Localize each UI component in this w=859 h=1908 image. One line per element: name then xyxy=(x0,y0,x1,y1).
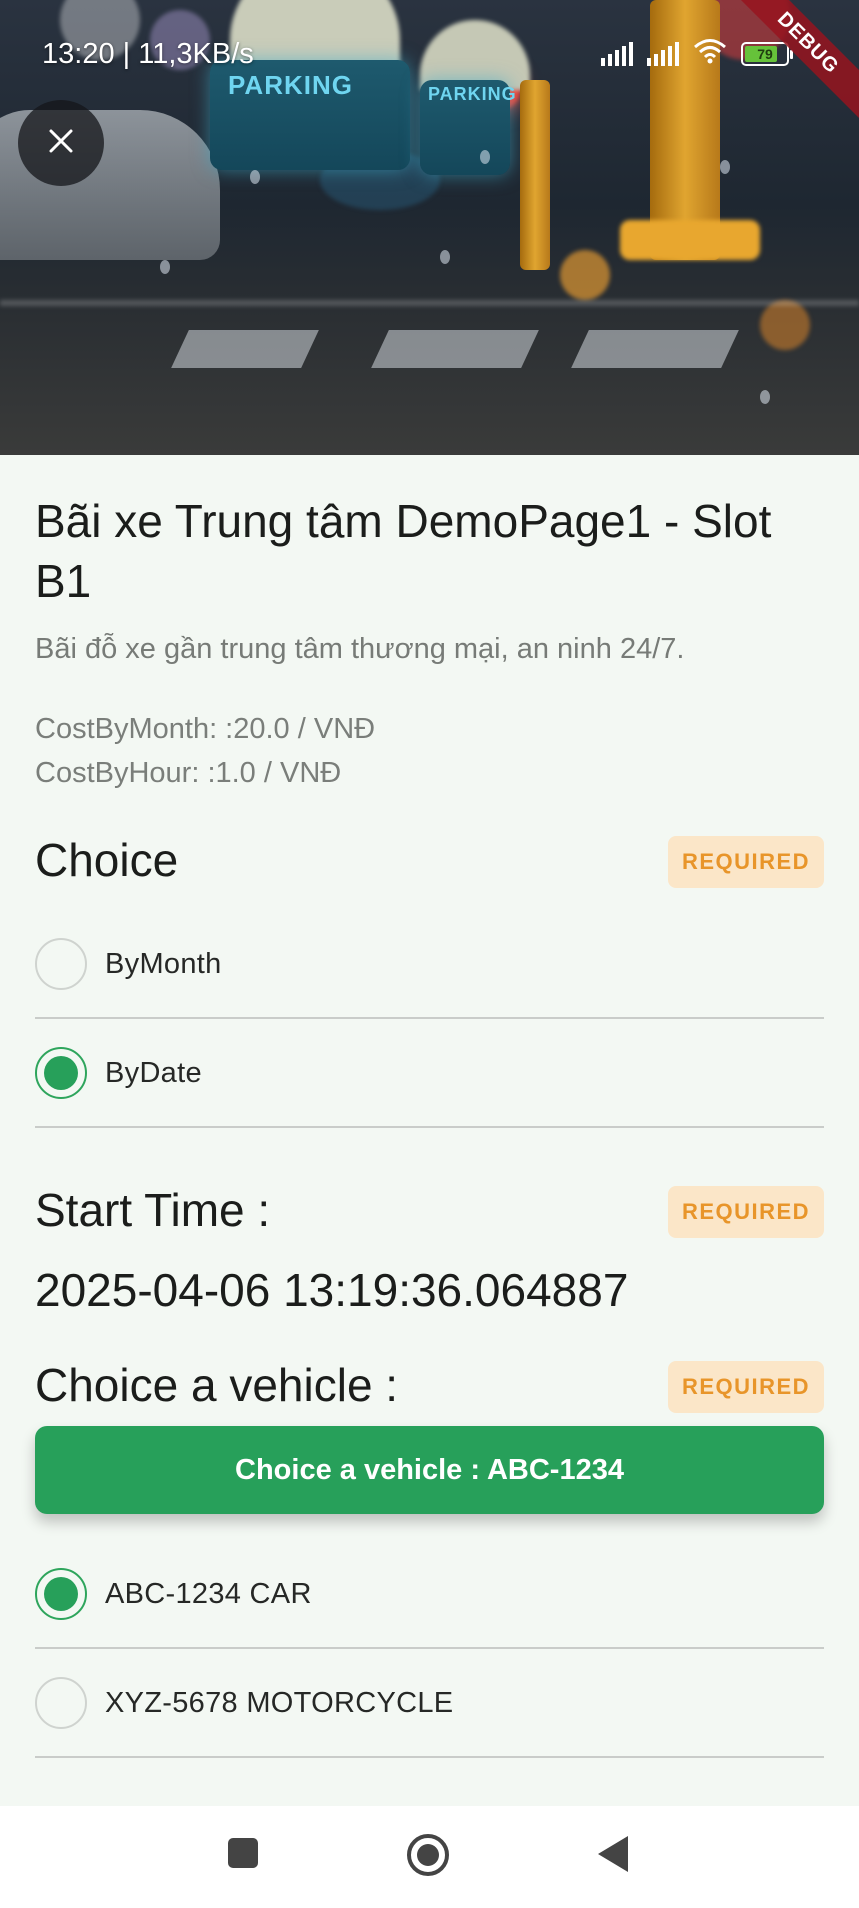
back-icon xyxy=(596,1836,630,1878)
home-icon xyxy=(405,1834,451,1882)
option-label: ByMonth xyxy=(105,948,222,980)
lot-description: Bãi đỗ xe gần trung tâm thương mại, an n… xyxy=(35,633,685,665)
required-badge: REQUIRED xyxy=(668,1361,824,1413)
choose-vehicle-button[interactable]: Choice a vehicle : ABC-1234 xyxy=(35,1426,824,1514)
battery-icon: 79 xyxy=(741,41,793,66)
system-nav-bar xyxy=(0,1806,859,1908)
required-badge: REQUIRED xyxy=(668,1186,824,1238)
recent-apps-button[interactable] xyxy=(226,1836,260,1875)
signal-icon xyxy=(601,41,633,66)
radio-button[interactable] xyxy=(35,1677,87,1729)
option-by-month[interactable]: ByMonth xyxy=(35,910,824,1019)
required-badge: REQUIRED xyxy=(668,836,824,888)
radio-button[interactable] xyxy=(35,938,87,990)
vehicle-option-xyz-5678[interactable]: XYZ-5678 MOTORCYCLE xyxy=(35,1649,824,1758)
recent-apps-icon xyxy=(226,1838,260,1874)
start-time-value[interactable]: 2025-04-06 13:19:36.064887 xyxy=(35,1263,628,1317)
divider xyxy=(35,1126,824,1128)
signal-icon-2 xyxy=(647,41,679,66)
radio-button-selected[interactable] xyxy=(35,1047,87,1099)
status-bar: 13:20 | 11,3KB/s 79 xyxy=(0,0,859,100)
wifi-icon xyxy=(693,38,727,69)
close-icon xyxy=(48,128,74,159)
vehicle-title: Choice a vehicle : xyxy=(35,1359,399,1411)
lot-title: Bãi xe Trung tâm DemoPage1 - Slot B1 xyxy=(35,495,772,607)
divider xyxy=(35,1756,824,1758)
option-label: ByDate xyxy=(105,1057,202,1089)
close-button[interactable] xyxy=(18,100,104,186)
battery-level: 79 xyxy=(757,45,773,62)
start-time-title: Start Time : xyxy=(35,1184,271,1236)
cost-by-hour: CostByHour: :1.0 / VNĐ xyxy=(35,757,342,789)
vehicle-label: XYZ-5678 MOTORCYCLE xyxy=(105,1687,454,1719)
status-time: 13:20 | 11,3KB/s xyxy=(42,38,254,70)
radio-button-selected[interactable] xyxy=(35,1568,87,1620)
hero-image: PARKING PARKING 13:20 | 11,3KB/s 79 DEBU… xyxy=(0,0,859,455)
cost-by-month: CostByMonth: :20.0 / VNĐ xyxy=(35,713,376,745)
vehicle-label: ABC-1234 CAR xyxy=(105,1578,312,1610)
home-button[interactable] xyxy=(405,1832,451,1883)
option-by-date[interactable]: ByDate xyxy=(35,1019,824,1128)
choice-title: Choice xyxy=(35,834,179,886)
back-button[interactable] xyxy=(596,1834,630,1879)
vehicle-option-abc-1234[interactable]: ABC-1234 CAR xyxy=(35,1540,824,1649)
